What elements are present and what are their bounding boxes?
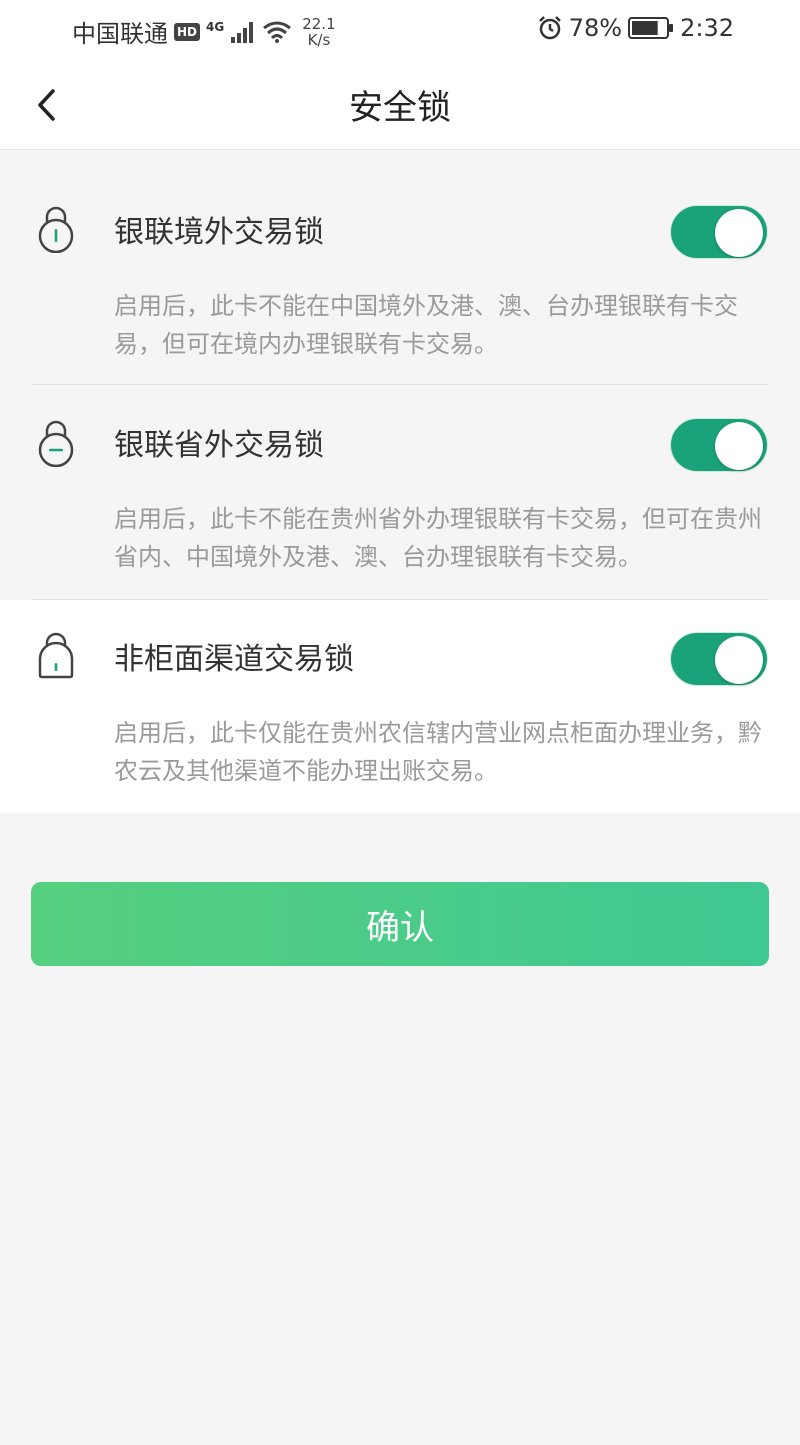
network-type: 4G — [206, 19, 225, 34]
hd-badge: HD — [174, 22, 201, 41]
lock-item-out-of-province: 银联省外交易锁 启用后，此卡不能在贵州省外办理银联有卡交易，但可在贵州省内、中国… — [0, 385, 800, 599]
lock-toggle-out-of-province[interactable] — [670, 418, 768, 472]
unlock-icon — [38, 632, 74, 679]
status-bar: 中国联通 HD 4G 22.1 K/s 78% 2:32 — [0, 0, 800, 60]
lock-item-overseas: 银联境外交易锁 启用后，此卡不能在中国境外及港、澳、台办理银联有卡交易，但可在境… — [0, 151, 800, 385]
speed-value: 22.1 — [302, 14, 336, 33]
page-title: 安全锁 — [349, 88, 451, 128]
toggle-knob — [715, 636, 763, 684]
lock-icon — [38, 206, 74, 253]
wifi-icon — [263, 21, 292, 43]
nav-bar: 安全锁 — [0, 60, 800, 150]
lock-title: 银联省外交易锁 — [114, 428, 324, 463]
clock-time: 2:32 — [680, 14, 734, 42]
lock-toggle-non-counter[interactable] — [670, 632, 768, 686]
signal-icon — [231, 21, 254, 43]
lock-title: 非柜面渠道交易锁 — [114, 642, 354, 677]
status-bar-left: 中国联通 HD 4G 22.1 K/s — [72, 14, 336, 49]
confirm-button[interactable]: 确认 — [31, 882, 769, 966]
status-bar-right: 78% 2:32 — [537, 14, 734, 42]
lock-description: 启用后，此卡不能在中国境外及港、澳、台办理银联有卡交易，但可在境内办理银联有卡交… — [114, 292, 738, 358]
toggle-knob — [715, 209, 763, 257]
lock-description: 启用后，此卡不能在贵州省外办理银联有卡交易，但可在贵州省内、中国境外及港、澳、台… — [114, 505, 762, 571]
lock-icon — [38, 420, 74, 467]
lock-description: 启用后，此卡仅能在贵州农信辖内营业网点柜面办理业务，黔农云及其他渠道不能办理出账… — [114, 719, 762, 785]
speed-unit: K/s — [307, 30, 331, 49]
alarm-icon — [538, 16, 561, 40]
lock-title: 银联境外交易锁 — [114, 215, 324, 250]
screen: 中国联通 HD 4G 22.1 K/s 78% 2:32 安全锁 银联境外交易锁… — [0, 0, 800, 1445]
carrier-name: 中国联通 — [72, 20, 168, 48]
lock-toggle-overseas[interactable] — [670, 205, 768, 259]
toggle-knob — [715, 422, 763, 470]
battery-percent: 78% — [568, 14, 623, 42]
battery-icon — [628, 17, 674, 39]
network-speed: 22.1 K/s — [302, 16, 335, 48]
lock-item-non-counter: 非柜面渠道交易锁 启用后，此卡仅能在贵州农信辖内营业网点柜面办理业务，黔农云及其… — [0, 600, 800, 813]
